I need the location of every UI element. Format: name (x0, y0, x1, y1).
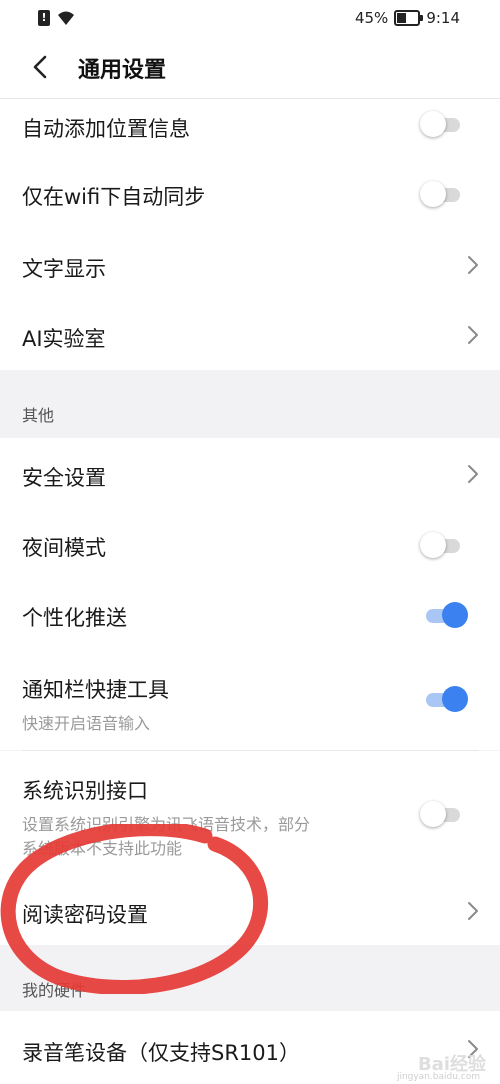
page-title: 通用设置 (78, 58, 167, 83)
settings-row-notification-tool[interactable]: 通知栏快捷工具 快速开启语音输入 (0, 650, 500, 750)
status-left: ! (38, 10, 76, 26)
status-bar: ! 45% 9:14 (0, 0, 500, 38)
toggle-knob (442, 602, 468, 628)
system-recognition-toggle[interactable] (420, 801, 464, 827)
night-mode-toggle[interactable] (420, 532, 464, 558)
clock: 9:14 (426, 9, 460, 27)
wifi-icon (58, 11, 74, 25)
row-label: AI实验室 (22, 327, 106, 351)
row-label: 录音笔设备（仅支持SR101） (22, 1041, 301, 1065)
settings-row-security[interactable]: 安全设置 (0, 438, 500, 510)
row-label: 通知栏快捷工具 (22, 678, 169, 702)
row-label: 个性化推送 (22, 606, 127, 630)
settings-row-personalized-push[interactable]: 个性化推送 (0, 580, 500, 650)
row-label: 系统识别接口 (22, 779, 148, 803)
row-label: 夜间模式 (22, 536, 106, 560)
toggle-knob (442, 686, 468, 712)
settings-row-text-display[interactable]: 文字显示 (0, 229, 500, 299)
section-title: 其他 (22, 406, 55, 425)
chevron-right-icon (468, 326, 478, 344)
watermark-sub: jingyan.baidu.com (396, 1072, 480, 1082)
battery-percent: 45% (354, 9, 389, 27)
toggle-knob (420, 532, 446, 558)
row-label: 文字显示 (22, 257, 106, 281)
toggle-knob (420, 181, 446, 207)
section-header-other: 其他 (0, 370, 500, 438)
chevron-right-icon (468, 465, 478, 483)
settings-row-auto-location[interactable]: 自动添加位置信息 (0, 99, 500, 153)
wifi-sync-toggle[interactable] (420, 181, 464, 207)
settings-row-wifi-sync[interactable]: 仅在wifi下自动同步 (0, 153, 500, 229)
toggle-knob (420, 801, 446, 827)
settings-row-ai-lab[interactable]: AI实验室 (0, 299, 500, 370)
toggle-knob (420, 111, 446, 137)
chevron-right-icon (468, 256, 478, 274)
annotation-circle (0, 824, 268, 994)
row-label: 安全设置 (22, 466, 106, 490)
auto-location-toggle[interactable] (420, 111, 464, 137)
chevron-left-icon[interactable] (28, 54, 54, 80)
row-label: 仅在wifi下自动同步 (22, 185, 206, 209)
app-header: 通用设置 (0, 38, 500, 99)
row-sublabel: 快速开启语音输入 (22, 714, 151, 733)
sim-icon: ! (38, 10, 50, 26)
personalized-push-toggle[interactable] (420, 602, 468, 628)
settings-row-night-mode[interactable]: 夜间模式 (0, 510, 500, 580)
notification-tool-toggle[interactable] (420, 686, 468, 712)
status-right: 45% 9:14 (355, 9, 460, 27)
row-label: 自动添加位置信息 (22, 117, 190, 141)
battery-icon (394, 10, 424, 26)
chevron-right-icon (468, 902, 478, 920)
